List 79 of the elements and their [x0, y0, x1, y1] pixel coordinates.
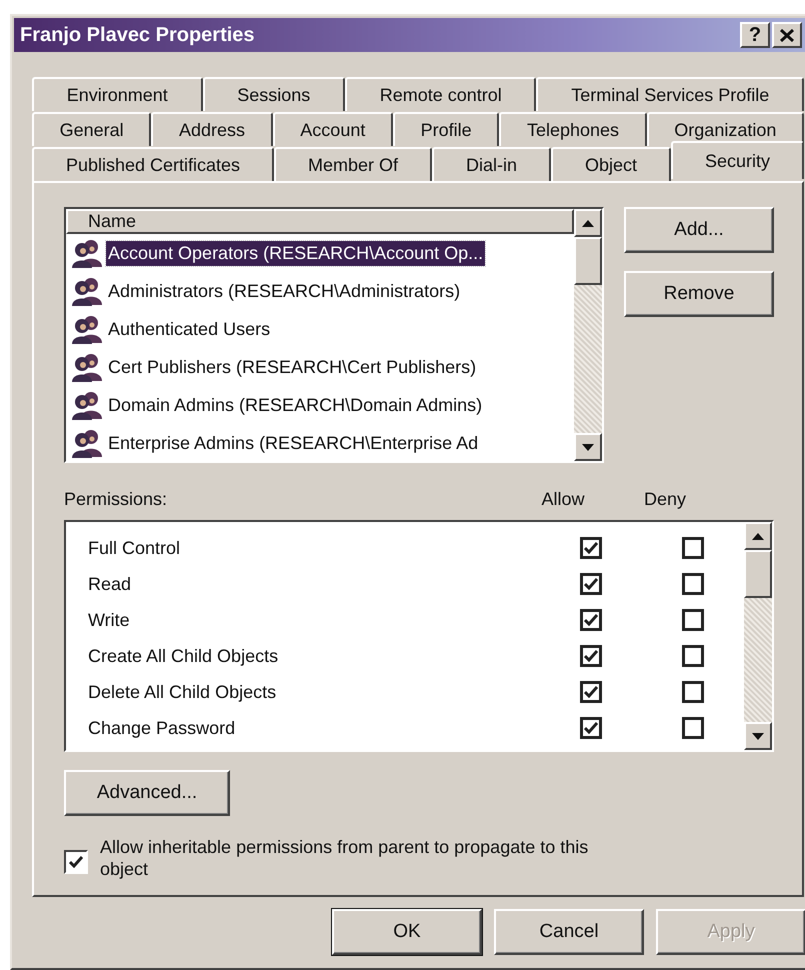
- checkbox[interactable]: [64, 850, 88, 874]
- tab[interactable]: Object: [551, 147, 671, 181]
- help-button[interactable]: ?: [740, 22, 770, 48]
- group-icon: [70, 428, 104, 458]
- checkbox[interactable]: [580, 681, 602, 703]
- checkbox[interactable]: [682, 573, 704, 595]
- permission-name: Change Password: [88, 718, 236, 738]
- list-item[interactable]: Domain Admins (RESEARCH\Domain Admins): [106, 392, 484, 418]
- scroll-up-button[interactable]: [574, 209, 602, 237]
- permission-name: Create All Child Objects: [88, 646, 278, 666]
- checkbox[interactable]: [682, 537, 704, 559]
- dialog-button[interactable]: Cancel: [494, 909, 644, 955]
- tab[interactable]: Member Of: [274, 147, 432, 181]
- group-icon: [70, 314, 104, 344]
- scroll-thumb[interactable]: [574, 237, 602, 285]
- checkbox[interactable]: [682, 609, 704, 631]
- scroll-thumb[interactable]: [744, 550, 772, 598]
- down-arrow-icon: [582, 444, 594, 450]
- scroll-down-button[interactable]: [744, 722, 772, 750]
- tab[interactable]: Sessions: [202, 77, 345, 111]
- checkbox[interactable]: [682, 717, 704, 739]
- tab[interactable]: Address: [151, 112, 273, 146]
- column-header: Deny: [642, 489, 688, 510]
- close-button[interactable]: [772, 22, 802, 48]
- tab[interactable]: Environment: [32, 77, 202, 111]
- permission-name: Write: [88, 610, 130, 630]
- checkmark-icon: [584, 542, 598, 554]
- close-icon: [780, 28, 794, 42]
- checkbox[interactable]: [580, 645, 602, 667]
- permission-name: Full Control: [88, 538, 180, 558]
- tab[interactable]: Profile: [392, 112, 500, 146]
- checkmark-icon: [584, 686, 598, 698]
- dialog-button[interactable]: OK: [332, 909, 482, 955]
- checkmark-icon: [584, 722, 598, 734]
- action-button[interactable]: Add...: [624, 207, 774, 253]
- advanced-button[interactable]: Advanced...: [64, 770, 230, 816]
- checkbox[interactable]: [580, 573, 602, 595]
- list-item[interactable]: Cert Publishers (RESEARCH\Cert Publishers): [106, 354, 478, 380]
- permission-name: Delete All Child Objects: [88, 682, 276, 702]
- checkmark-icon: [584, 578, 598, 590]
- tab[interactable]: General: [32, 112, 152, 146]
- up-arrow-icon: [582, 220, 594, 226]
- tab[interactable]: Dial-in: [432, 147, 551, 181]
- checkmark-icon: [69, 856, 83, 868]
- scrollbar[interactable]: [744, 522, 772, 750]
- down-arrow-icon: [752, 732, 764, 740]
- checkbox[interactable]: [682, 681, 704, 703]
- up-arrow-icon: [752, 532, 764, 540]
- list-item[interactable]: Enterprise Admins (RESEARCH\Enterprise Ad: [106, 430, 480, 456]
- checkbox[interactable]: [580, 609, 602, 631]
- tab[interactable]: Remote control: [344, 77, 536, 111]
- tab[interactable]: Telephones: [499, 112, 647, 146]
- permissions-label: Permissions:: [64, 489, 168, 509]
- tab[interactable]: Published Certificates: [32, 147, 274, 181]
- group-icon: [70, 238, 104, 268]
- tab[interactable]: Account: [272, 112, 393, 146]
- tab[interactable]: Terminal Services Profile: [536, 77, 804, 111]
- dialog-button: Apply: [656, 909, 805, 955]
- checkmark-icon: [584, 650, 598, 662]
- tab[interactable]: Security: [670, 141, 804, 179]
- window-title: Franjo Plavec Properties: [20, 24, 255, 46]
- permission-name: Read: [88, 574, 132, 594]
- scroll-up-button[interactable]: [744, 522, 772, 550]
- scrollbar[interactable]: [574, 209, 602, 461]
- checkbox[interactable]: [580, 717, 602, 739]
- group-icon: [70, 390, 104, 420]
- column-header: Allow: [540, 489, 586, 510]
- group-icon: [70, 352, 104, 382]
- list-item[interactable]: Administrators (RESEARCH\Administrators): [106, 278, 462, 304]
- column-header[interactable]: Name: [66, 209, 574, 234]
- group-icon: [70, 276, 104, 306]
- list-item[interactable]: Authenticated Users: [106, 316, 272, 342]
- scroll-down-button[interactable]: [574, 433, 602, 461]
- checkbox[interactable]: [580, 537, 602, 559]
- checkbox-label: Allow inheritable permissions from parent to propagate to this object: [100, 836, 590, 880]
- list-item[interactable]: Account Operators (RESEARCH\Account Op...: [106, 240, 486, 266]
- action-button[interactable]: Remove: [624, 271, 774, 317]
- checkbox[interactable]: [682, 645, 704, 667]
- checkmark-icon: [584, 614, 598, 626]
